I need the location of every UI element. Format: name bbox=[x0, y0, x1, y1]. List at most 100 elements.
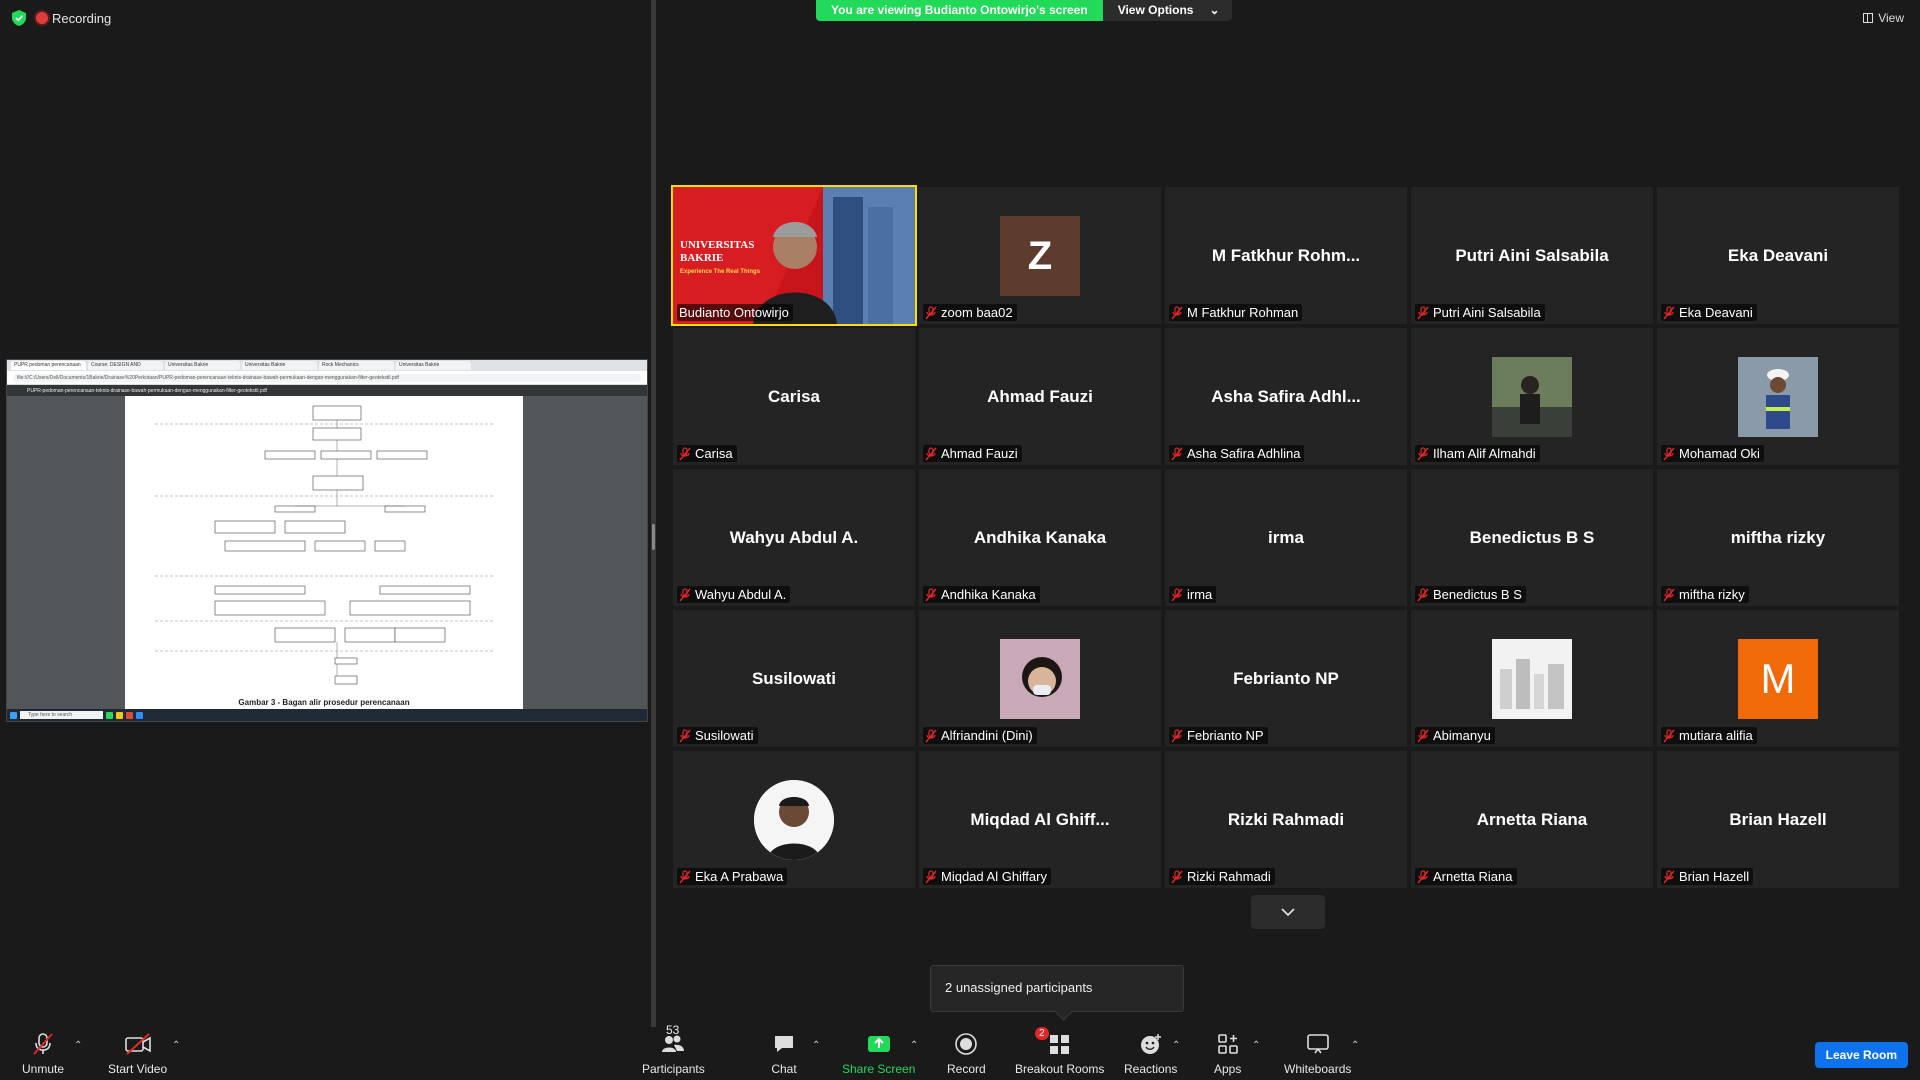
record-dot-icon bbox=[36, 12, 48, 24]
participant-tile[interactable]: Alfriandini (Dini) bbox=[919, 610, 1161, 747]
microphone-muted-icon bbox=[1417, 305, 1429, 319]
participant-tile[interactable]: miftha rizky miftha rizky bbox=[1657, 469, 1899, 606]
breakout-rooms-label: Breakout Rooms bbox=[1015, 1062, 1105, 1076]
participant-name: Miqdad Al Ghiffary bbox=[941, 869, 1047, 884]
participant-tile[interactable]: Arnetta Riana Arnetta Riana bbox=[1411, 751, 1653, 888]
participant-name-tag: Mohamad Oki bbox=[1661, 445, 1764, 462]
windows-start-icon bbox=[10, 711, 17, 719]
chat-label: Chat bbox=[771, 1062, 797, 1076]
participant-name: Carisa bbox=[695, 446, 733, 461]
microphone-muted-icon bbox=[925, 446, 937, 460]
recording-status[interactable]: Recording bbox=[36, 11, 111, 26]
participant-name: Budianto Ontowirjo bbox=[679, 305, 789, 320]
participant-tile[interactable]: Zzoom baa02 bbox=[919, 187, 1161, 324]
chrome-icon bbox=[126, 711, 133, 719]
participant-name-tag: Brian Hazell bbox=[1661, 868, 1754, 885]
unassigned-participants-tooltip: 2 unassigned participants bbox=[930, 965, 1184, 1012]
leave-room-button[interactable]: Leave Room bbox=[1814, 1042, 1908, 1068]
participant-name: Arnetta Riana bbox=[1433, 869, 1513, 884]
whatsapp-icon bbox=[106, 711, 113, 719]
whiteboards-button[interactable]: Whiteboards bbox=[1284, 1031, 1351, 1076]
participant-name-tag: Eka Deavani bbox=[1661, 304, 1757, 321]
browser-tab: Course: DESIGN AND bbox=[88, 361, 163, 370]
participant-name: Eka A Prabawa bbox=[695, 869, 784, 884]
participant-tile[interactable]: irma irma bbox=[1165, 469, 1407, 606]
participant-tile[interactable]: UNIVERSITAS BAKRIE Experience The Real Th… bbox=[671, 185, 917, 326]
start-video-button[interactable]: Start Video bbox=[108, 1031, 167, 1076]
participant-tile[interactable]: Eka Deavani Eka Deavani bbox=[1657, 187, 1899, 324]
panel-divider[interactable] bbox=[651, 0, 656, 1027]
participant-name: Andhika Kanaka bbox=[941, 587, 1036, 602]
participant-tile[interactable]: Mmutiara alifia bbox=[1657, 610, 1899, 747]
microphone-muted-icon bbox=[1663, 446, 1675, 460]
participant-tile[interactable]: Susilowati Susilowati bbox=[673, 610, 915, 747]
shield-icon[interactable] bbox=[12, 10, 26, 26]
share-screen-button[interactable]: Share Screen bbox=[842, 1031, 915, 1076]
recording-indicator: Recording bbox=[12, 10, 111, 26]
participant-tile[interactable]: Wahyu Abdul A. Wahyu Abdul A. bbox=[673, 469, 915, 606]
participants-button[interactable]: 53 Participants bbox=[642, 1023, 705, 1076]
participant-tile[interactable]: Eka A Prabawa bbox=[673, 751, 915, 888]
participant-tile[interactable]: Abimanyu bbox=[1411, 610, 1653, 747]
participant-name-tag: Abimanyu bbox=[1415, 727, 1495, 744]
participant-name-tag: miftha rizky bbox=[1661, 586, 1749, 603]
chat-button[interactable]: Chat bbox=[771, 1031, 797, 1076]
apps-button[interactable]: Apps bbox=[1214, 1031, 1241, 1076]
participant-tile[interactable]: Asha Safira Adhl... Asha Safira Adhlina bbox=[1165, 328, 1407, 465]
participant-center-name: Arnetta Riana bbox=[1476, 809, 1588, 829]
audio-options-caret-icon[interactable]: ⌃ bbox=[74, 1040, 84, 1051]
participant-tile[interactable]: Rizki Rahmadi Rizki Rahmadi bbox=[1165, 751, 1407, 888]
shared-screen-view[interactable]: PUPR pedoman perencanaan Course: DESIGN … bbox=[6, 359, 648, 722]
participant-tile[interactable]: Carisa Carisa bbox=[673, 328, 915, 465]
participant-tile[interactable]: M Fatkhur Rohm... M Fatkhur Rohman bbox=[1165, 187, 1407, 324]
divider-grip-handle[interactable] bbox=[652, 524, 655, 550]
microphone-muted-icon bbox=[679, 446, 691, 460]
participant-name-tag: mutiara alifia bbox=[1661, 727, 1757, 744]
participant-center-name: Miqdad Al Ghiff... bbox=[970, 809, 1110, 829]
participant-tile[interactable]: Andhika Kanaka Andhika Kanaka bbox=[919, 469, 1161, 606]
microphone-muted-icon bbox=[1417, 446, 1429, 460]
video-options-caret-icon[interactable]: ⌃ bbox=[172, 1040, 182, 1051]
record-button[interactable]: Record bbox=[947, 1031, 986, 1076]
chat-options-caret-icon[interactable]: ⌃ bbox=[812, 1040, 822, 1051]
reactions-options-caret-icon[interactable]: ⌃ bbox=[1172, 1040, 1182, 1051]
microphone-muted-icon bbox=[1171, 728, 1183, 742]
reactions-button[interactable]: Reactions bbox=[1124, 1031, 1177, 1076]
participant-name: Wahyu Abdul A. bbox=[695, 587, 787, 602]
microphone-muted-icon bbox=[925, 305, 937, 319]
participant-center-name: Rizki Rahmadi bbox=[1227, 809, 1345, 829]
participant-tile[interactable]: Putri Aini Salsabila Putri Aini Salsabila bbox=[1411, 187, 1653, 324]
participant-name-tag: Ahmad Fauzi bbox=[923, 445, 1022, 462]
chevron-down-icon: ⌄ bbox=[1209, 3, 1220, 17]
view-layout-button[interactable]: View bbox=[1863, 11, 1904, 25]
whiteboards-options-caret-icon[interactable]: ⌃ bbox=[1351, 1040, 1361, 1051]
participant-tile[interactable]: Ahmad Fauzi Ahmad Fauzi bbox=[919, 328, 1161, 465]
view-options-button[interactable]: View Options ⌄ bbox=[1102, 0, 1232, 21]
gallery-next-page-button[interactable] bbox=[1251, 895, 1325, 929]
participant-name-tag: Alfriandini (Dini) bbox=[923, 727, 1037, 744]
participant-tile[interactable]: Brian Hazell Brian Hazell bbox=[1657, 751, 1899, 888]
chevron-down-icon bbox=[1281, 908, 1295, 917]
share-screen-label: Share Screen bbox=[842, 1062, 916, 1076]
participant-name-tag: Asha Safira Adhlina bbox=[1169, 445, 1305, 462]
participant-tile[interactable]: Benedictus B S Benedictus B S bbox=[1411, 469, 1653, 606]
browser-address-bar: file:///C:/Users/Dell/Documents/1Bakrie/… bbox=[7, 371, 647, 385]
participant-tile[interactable]: Ilham Alif Almahdi bbox=[1411, 328, 1653, 465]
breakout-rooms-button[interactable]: 2 Breakout Rooms bbox=[1015, 1027, 1105, 1076]
microphone-muted-icon bbox=[1663, 869, 1675, 883]
participant-name: zoom baa02 bbox=[941, 305, 1013, 320]
layout-icon bbox=[1863, 13, 1874, 23]
participant-name-tag: Putri Aini Salsabila bbox=[1415, 304, 1545, 321]
avatar bbox=[1492, 638, 1572, 719]
view-label: View bbox=[1878, 11, 1904, 25]
unmute-button[interactable]: Unmute bbox=[22, 1031, 64, 1076]
participant-tile[interactable]: Miqdad Al Ghiff... Miqdad Al Ghiffary bbox=[919, 751, 1161, 888]
chat-icon bbox=[775, 1036, 793, 1052]
participant-name-tag: M Fatkhur Rohman bbox=[1169, 304, 1303, 321]
microphone-muted-icon bbox=[1663, 728, 1675, 742]
share-options-caret-icon[interactable]: ⌃ bbox=[910, 1040, 920, 1051]
apps-options-caret-icon[interactable]: ⌃ bbox=[1252, 1040, 1262, 1051]
browser-tab: Rock Mechanics bbox=[319, 361, 394, 370]
participant-tile[interactable]: Febrianto NP Febrianto NP bbox=[1165, 610, 1407, 747]
participant-tile[interactable]: Mohamad Oki bbox=[1657, 328, 1899, 465]
